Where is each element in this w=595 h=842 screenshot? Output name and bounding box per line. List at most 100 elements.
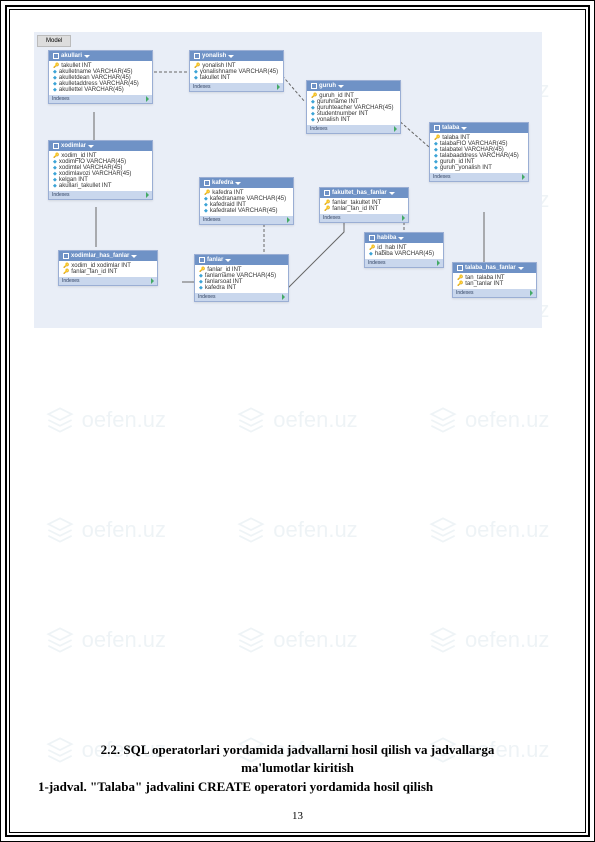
watermark-cell: oefen.uz <box>429 626 549 654</box>
column-text: kafedratel VARCHAR(45) <box>210 208 278 214</box>
column-text: guruh_yonalish INT <box>440 165 492 171</box>
stack-icon <box>46 406 74 434</box>
table-icon <box>311 83 317 89</box>
indexes-label: Indexes <box>193 84 211 90</box>
model-tab: Model <box>37 35 71 47</box>
key-icon: 🔑 <box>324 206 330 212</box>
table-row: ◆akullari_takullet INT <box>51 183 150 189</box>
table-header: talaba <box>430 123 528 133</box>
table-header: talaba_has_fanlar <box>453 263 536 273</box>
key-icon: 🔑 <box>63 269 69 275</box>
table-footer: Indexes <box>49 95 152 103</box>
table-footer: Indexes <box>430 173 528 181</box>
watermark-text: oefen.uz <box>465 517 549 543</box>
table-body: 🔑kafedra INT ◆kafedraname VARCHAR(45) ◆k… <box>200 188 293 216</box>
table-title: fakultet_has_fanlar <box>332 190 387 196</box>
table-row: 🔑fanlar_fan_id INT <box>322 206 406 212</box>
table-header: xodimlar_has_fanlar <box>59 251 157 261</box>
section-heading: 2.2. SQL operatorlari yordamida jadvalla… <box>38 741 557 759</box>
watermark-cell: oefen.uz <box>237 516 357 544</box>
table-footer: Indexes <box>195 293 288 301</box>
table-footer: Indexes <box>307 125 400 133</box>
table-title: fanlar <box>207 257 223 263</box>
indexes-label: Indexes <box>62 278 80 284</box>
indexes-label: Indexes <box>198 294 216 300</box>
table-footer: Indexes <box>59 277 157 285</box>
table-title: guruh <box>319 83 336 89</box>
table-header: guruh <box>307 81 400 91</box>
stack-icon <box>429 626 457 654</box>
table-body: 🔑xodim_id INT ◆xodimFIO VARCHAR(45) ◆xod… <box>49 151 152 191</box>
table-icon <box>199 257 205 263</box>
watermark-text: oefen.uz <box>82 407 166 433</box>
column-text: fanlar_fan_id INT <box>332 206 378 212</box>
column-text: takullet INT <box>200 75 230 81</box>
arrow-right-icon <box>151 278 154 284</box>
chevron-down-icon <box>461 127 467 130</box>
diamond-icon: ◆ <box>434 165 438 171</box>
column-text: kafedra INT <box>205 285 236 291</box>
table-guruh: guruh 🔑guruh_id INT ◆guruhname INT ◆guru… <box>306 80 401 134</box>
table-talaba: talaba 🔑talaba INT ◆talabaFIO VARCHAR(45… <box>429 122 529 182</box>
table-body: 🔑yonalish INT ◆yonalishname VARCHAR(45) … <box>190 61 283 83</box>
table-body: 🔑tan_talaba INT 🔑tan_tanlar INT <box>453 273 536 289</box>
table-footer: Indexes <box>190 83 283 91</box>
table-body: 🔑guruh_id INT ◆guruhname INT ◆guruhteach… <box>307 91 400 125</box>
chevron-down-icon <box>88 145 94 148</box>
column-text: fanlar_fan_id INT <box>71 269 117 275</box>
table-title: kafedra <box>212 180 233 186</box>
indexes-label: Indexes <box>323 215 341 221</box>
chevron-down-icon <box>131 255 137 258</box>
table-title: talaba <box>442 125 459 131</box>
page-frame: oefen.uz oefen.uz oefen.uz oefen.uz oefe… <box>0 0 595 842</box>
table-row: 🔑fanlar_fan_id INT <box>61 269 155 275</box>
watermark-cell: oefen.uz <box>237 626 357 654</box>
watermark-cell: oefen.uz <box>237 406 357 434</box>
table-icon <box>194 53 200 59</box>
table-header: xodimlar <box>49 141 152 151</box>
stack-icon <box>429 516 457 544</box>
diamond-icon: ◆ <box>194 75 198 81</box>
chevron-down-icon <box>398 237 404 240</box>
diamond-icon: ◆ <box>199 285 203 291</box>
table-caption: 1-jadval. "Talaba" jadvalini CREATE oper… <box>38 778 557 796</box>
watermark-cell: oefen.uz <box>429 516 549 544</box>
table-kafedra: kafedra 🔑kafedra INT ◆kafedraname VARCHA… <box>199 177 294 225</box>
table-row: ◆kafedratel VARCHAR(45) <box>202 208 291 214</box>
page-inner-border: oefen.uz oefen.uz oefen.uz oefen.uz oefe… <box>5 5 590 837</box>
table-header: kafedra <box>200 178 293 188</box>
indexes-label: Indexes <box>52 96 70 102</box>
table-footer: Indexes <box>200 216 293 224</box>
table-icon <box>63 253 69 259</box>
table-title: xodimlar <box>61 143 86 149</box>
indexes-label: Indexes <box>310 126 328 132</box>
indexes-label: Indexes <box>433 174 451 180</box>
table-habiba: habiba 🔑id_hab INT ◆habiba VARCHAR(45) I… <box>364 232 444 268</box>
column-text: akullari_takullet INT <box>59 183 112 189</box>
arrow-right-icon <box>402 215 405 221</box>
watermark-text: oefen.uz <box>82 627 166 653</box>
diamond-icon: ◆ <box>311 117 315 123</box>
diamond-icon: ◆ <box>204 208 208 214</box>
table-title: talaba_has_fanlar <box>465 265 516 271</box>
table-body: 🔑xodim_id xodimlar INT 🔑fanlar_fan_id IN… <box>59 261 157 277</box>
table-icon <box>434 125 440 131</box>
table-header: fakultet_has_fanlar <box>320 188 408 198</box>
table-icon <box>457 265 463 271</box>
stack-icon <box>429 406 457 434</box>
stack-icon <box>237 406 265 434</box>
watermark-row: oefen.uz oefen.uz oefen.uz <box>10 380 585 460</box>
table-icon <box>204 180 210 186</box>
table-header: yonalish <box>190 51 283 61</box>
table-title: akullari <box>61 53 82 59</box>
table-body: 🔑takullet INT ◆akulletname VARCHAR(45) ◆… <box>49 61 152 95</box>
watermark-text: oefen.uz <box>465 627 549 653</box>
stack-icon <box>46 516 74 544</box>
watermark-text: oefen.uz <box>273 627 357 653</box>
watermark-cell: oefen.uz <box>46 626 166 654</box>
table-akullari: akullari 🔑takullet INT ◆akulletname VARC… <box>48 50 153 104</box>
indexes-label: Indexes <box>456 290 474 296</box>
table-body: 🔑id_hab INT ◆habiba VARCHAR(45) <box>365 243 443 259</box>
watermark-cell: oefen.uz <box>429 406 549 434</box>
indexes-label: Indexes <box>203 217 221 223</box>
